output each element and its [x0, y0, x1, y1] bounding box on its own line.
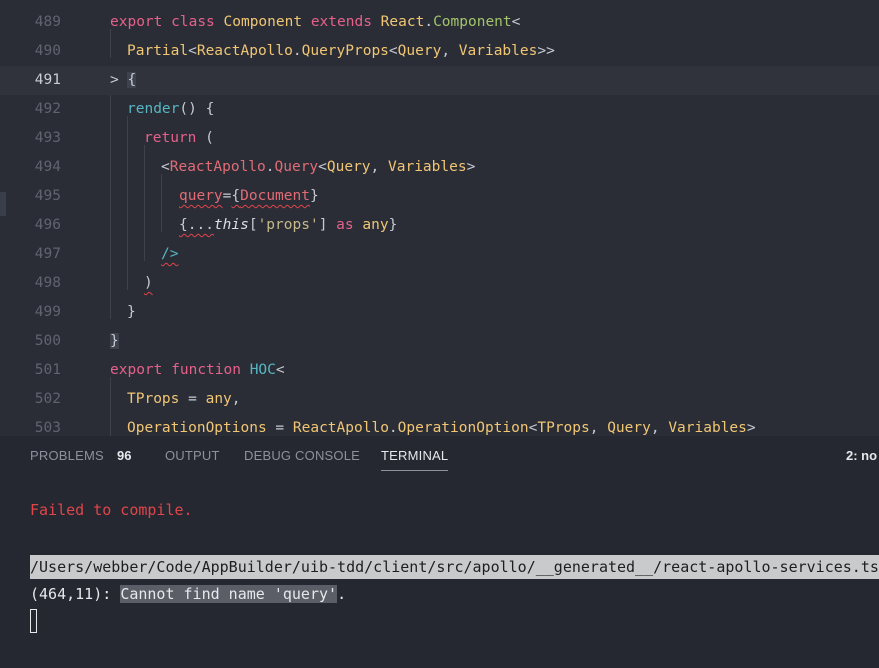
line-number: 499: [34, 304, 61, 320]
error-location: (464,11):: [30, 585, 121, 603]
problems-count-badge: 96: [117, 448, 132, 463]
code-text: return (: [144, 130, 214, 146]
tab-problems[interactable]: PROBLEMS: [30, 448, 104, 463]
line-number: 500: [34, 333, 61, 349]
code-line[interactable]: 489 export class Component extends React…: [0, 8, 879, 37]
code-line[interactable]: 499 }: [0, 298, 879, 327]
code-text: export class Component extends React.Com…: [110, 14, 521, 30]
code-text: export function HOC<: [110, 362, 285, 378]
terminal-error-heading: Failed to compile.: [30, 501, 193, 519]
line-number: 497: [34, 246, 61, 262]
tab-debug-console[interactable]: DEBUG CONSOLE: [244, 448, 360, 463]
terminal-cursor[interactable]: [30, 609, 37, 633]
terminal-error-message: (464,11): Cannot find name 'query'.: [30, 585, 347, 603]
tab-output[interactable]: OUTPUT: [165, 448, 220, 463]
line-number: 493: [34, 130, 61, 146]
line-number: 502: [34, 391, 61, 407]
code-text: render() {: [127, 101, 215, 117]
code-text: }: [110, 333, 119, 349]
code-text: <ReactApollo.Query<Query, Variables>: [161, 159, 476, 175]
line-number: 503: [34, 420, 61, 436]
line-number: 496: [34, 217, 61, 233]
code-text: > {: [110, 72, 137, 88]
code-text: ): [144, 275, 153, 291]
line-number: 489: [34, 14, 61, 30]
line-number: 490: [34, 43, 61, 59]
code-line[interactable]: 498 ): [0, 269, 879, 298]
code-line[interactable]: 490 Partial<ReactApollo.QueryProps<Query…: [0, 37, 879, 66]
line-number: 491: [34, 72, 61, 88]
tab-terminal[interactable]: TERMINAL: [381, 448, 448, 463]
bottom-panel: PROBLEMS 96 OUTPUT DEBUG CONSOLE TERMINA…: [0, 436, 879, 668]
code-text: }: [127, 304, 136, 320]
terminal-file-path[interactable]: /Users/webber/Code/AppBuilder/uib-tdd/cl…: [30, 555, 879, 579]
code-line[interactable]: 503 OperationOptions = ReactApollo.Opera…: [0, 414, 879, 436]
terminal-select-dropdown[interactable]: 2: no: [846, 448, 877, 463]
code-text: TProps = any,: [127, 391, 241, 407]
code-line[interactable]: 492 render() {: [0, 95, 879, 124]
code-line-active[interactable]: 491 > {: [0, 66, 879, 95]
line-number: 492: [34, 101, 61, 117]
line-number: 494: [34, 159, 61, 175]
code-line[interactable]: 494 <ReactApollo.Query<Query, Variables>: [0, 153, 879, 182]
code-text: Partial<ReactApollo.QueryProps<Query, Va…: [127, 43, 555, 59]
code-line[interactable]: 497 />: [0, 240, 879, 269]
code-line[interactable]: 495 query={Document}: [0, 182, 879, 211]
code-line[interactable]: 493 return (: [0, 124, 879, 153]
active-tab-indicator: [381, 470, 448, 471]
code-line[interactable]: 501 export function HOC<: [0, 356, 879, 385]
code-text: OperationOptions = ReactApollo.Operation…: [127, 420, 756, 436]
line-number: 501: [34, 362, 61, 378]
error-text: Cannot find name 'query': [120, 585, 338, 603]
code-line[interactable]: 496 {...this['props'] as any}: [0, 211, 879, 240]
code-text: />: [161, 246, 179, 262]
line-number: 495: [34, 188, 61, 204]
line-number: 498: [34, 275, 61, 291]
code-line[interactable]: 502 TProps = any,: [0, 385, 879, 414]
code-line[interactable]: 500 }: [0, 327, 879, 356]
code-text: query={Document}: [179, 188, 319, 204]
panel-tabs: PROBLEMS 96 OUTPUT DEBUG CONSOLE TERMINA…: [0, 436, 879, 476]
code-editor[interactable]: 489 export class Component extends React…: [0, 0, 879, 436]
code-text: {...this['props'] as any}: [179, 217, 398, 233]
